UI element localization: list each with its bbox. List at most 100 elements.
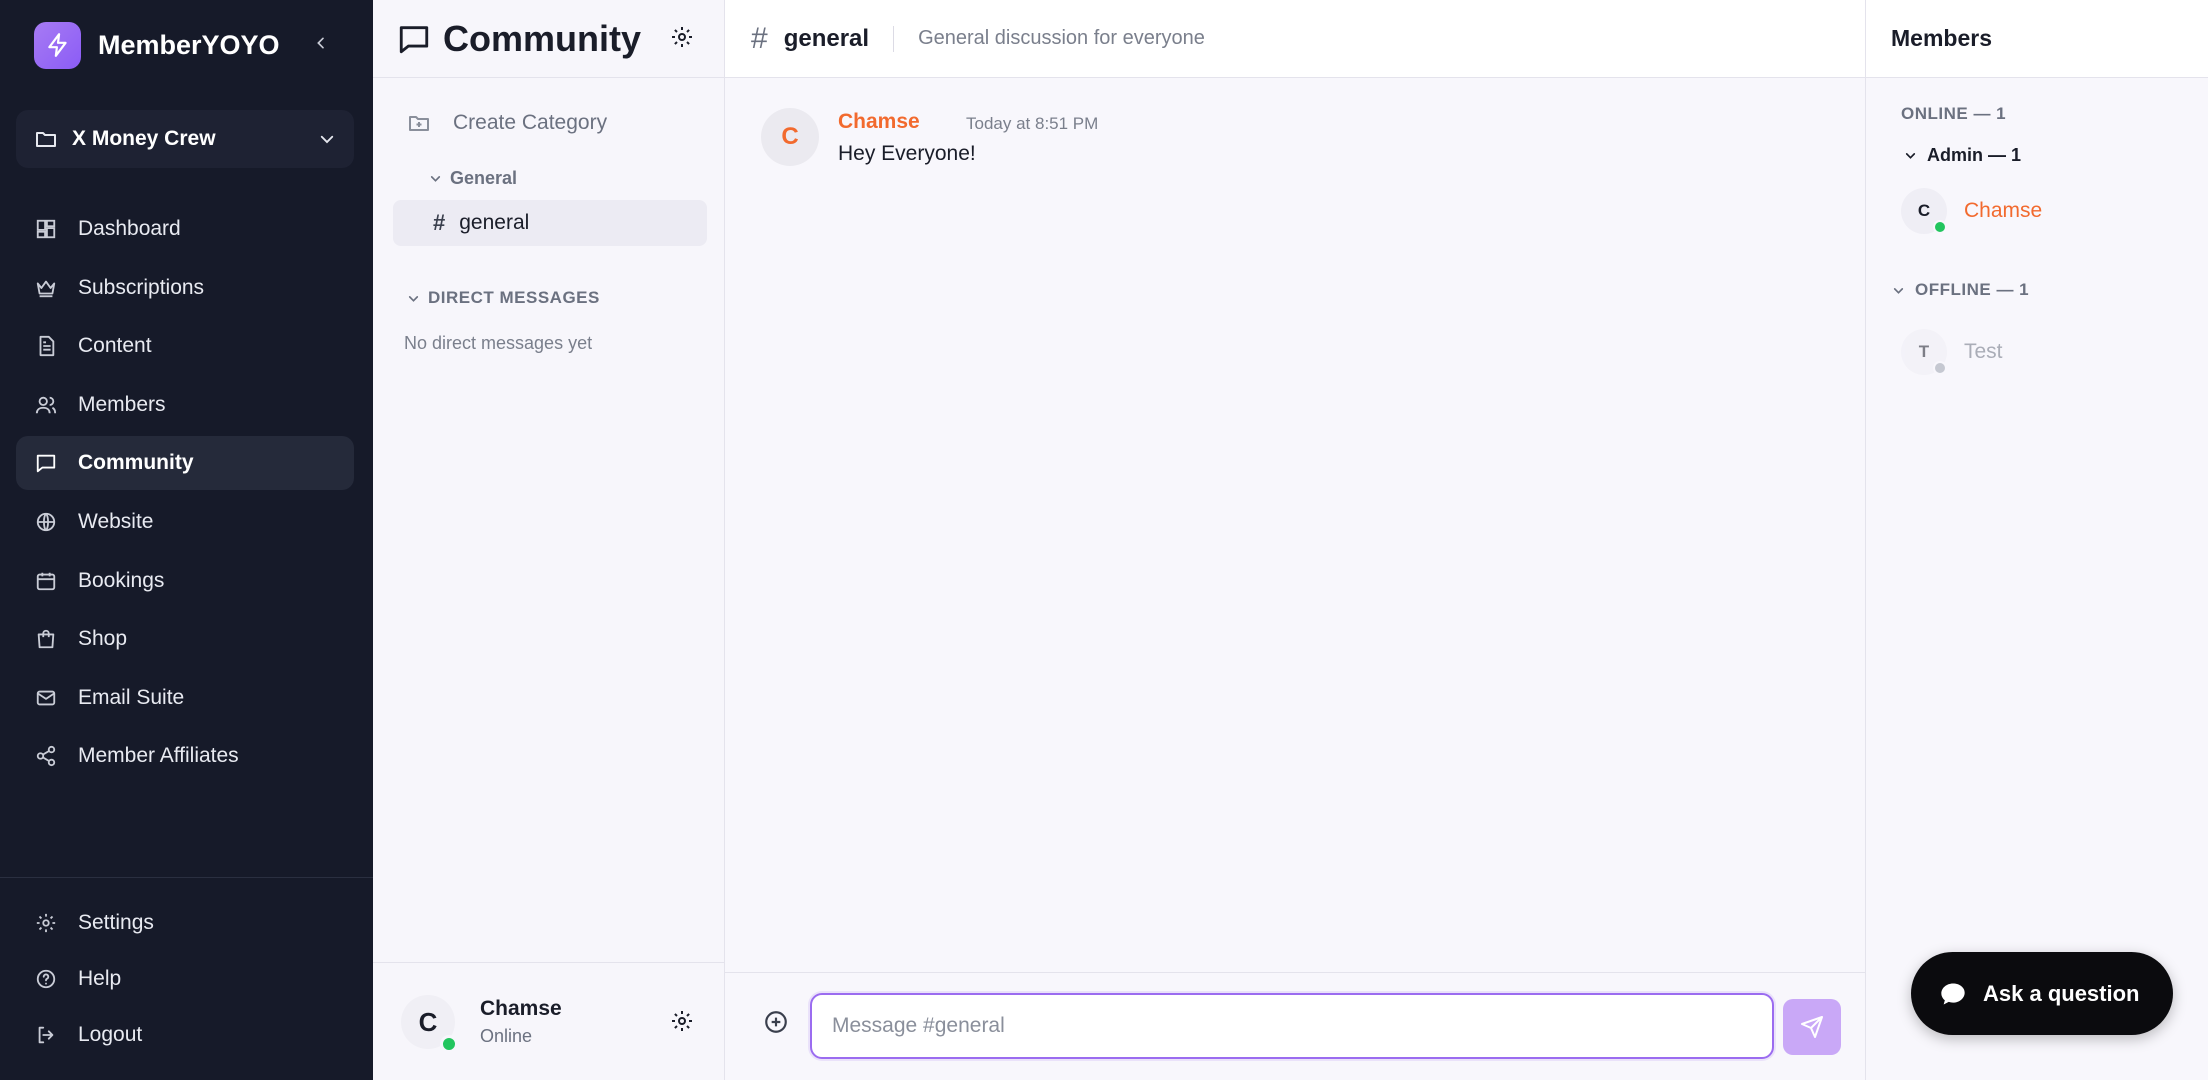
create-category-label: Create Category bbox=[453, 111, 608, 134]
app-name: MemberYOYO bbox=[98, 29, 280, 60]
nav-item-subscriptions[interactable]: Subscriptions bbox=[16, 261, 354, 315]
chevron-down-icon bbox=[1893, 287, 1904, 294]
nav-item-logout[interactable]: Logout bbox=[16, 1008, 354, 1062]
nav-label: Content bbox=[78, 334, 152, 358]
members-title: Members bbox=[1891, 25, 1992, 51]
dashboard-icon bbox=[34, 217, 58, 241]
online-section-label: ONLINE — 1 bbox=[1901, 104, 2007, 123]
member-item[interactable]: C Chamse bbox=[1901, 188, 2042, 234]
chevron-down-icon bbox=[320, 135, 334, 144]
workspace-selector[interactable]: X Money Crew bbox=[16, 110, 354, 168]
ask-question-label: Ask a question bbox=[1983, 980, 2140, 1006]
member-name: Test bbox=[1964, 340, 2003, 363]
chat-bubble-icon bbox=[399, 25, 429, 53]
nav-label: Shop bbox=[78, 627, 128, 651]
help-icon bbox=[34, 967, 58, 991]
create-category-button[interactable]: Create Category bbox=[407, 108, 607, 138]
avatar: C bbox=[1901, 188, 1947, 234]
channel-name: general bbox=[459, 211, 530, 234]
online-status-dot bbox=[440, 1035, 458, 1053]
nav-item-community[interactable]: Community bbox=[16, 436, 354, 491]
current-user-panel: C Chamse Online bbox=[373, 962, 725, 1080]
user-settings-button[interactable] bbox=[670, 1009, 694, 1033]
document-icon bbox=[34, 334, 58, 358]
nav-label: Logout bbox=[78, 1023, 143, 1046]
chat-bubble-icon bbox=[1941, 983, 1965, 1004]
nav-label: Dashboard bbox=[78, 217, 181, 240]
current-user-status: Online bbox=[480, 1026, 533, 1046]
chat-bubble-icon bbox=[34, 451, 58, 475]
category-label: General bbox=[450, 168, 518, 188]
share-icon bbox=[34, 744, 58, 768]
hash-icon: # bbox=[751, 21, 768, 55]
calendar-icon bbox=[34, 569, 58, 593]
message-input[interactable] bbox=[810, 993, 1774, 1059]
nav-label: Community bbox=[78, 451, 194, 475]
globe-icon bbox=[34, 510, 58, 534]
nav-item-dashboard[interactable]: Dashboard bbox=[16, 202, 354, 256]
offline-status-dot bbox=[1933, 361, 1947, 375]
nav-label: Website bbox=[78, 509, 154, 533]
mail-icon bbox=[34, 686, 58, 710]
gear-icon bbox=[672, 27, 692, 47]
role-group-admin[interactable]: Admin — 1 bbox=[1904, 145, 2021, 166]
nav-item-help[interactable]: Help bbox=[16, 952, 354, 1006]
avatar[interactable]: C bbox=[761, 108, 819, 166]
channel-item-general[interactable]: # general bbox=[393, 200, 707, 246]
chat-channel-name: general bbox=[783, 24, 870, 52]
send-icon bbox=[1801, 1016, 1823, 1038]
nav-item-shop[interactable]: Shop bbox=[16, 612, 354, 666]
chat-header: # general General discussion for everyon… bbox=[725, 0, 1865, 78]
gear-icon bbox=[672, 1011, 692, 1031]
online-status-dot bbox=[1933, 220, 1947, 234]
role-group-label: Admin — 1 bbox=[1927, 145, 2022, 165]
message-timestamp: Today at 8:51 PM bbox=[966, 114, 1099, 133]
direct-messages-empty: No direct messages yet bbox=[404, 333, 593, 353]
chevron-down-icon bbox=[408, 295, 419, 302]
folder-plus-icon bbox=[409, 116, 429, 131]
avatar-initial: C bbox=[1917, 201, 1931, 220]
collapse-sidebar-button[interactable] bbox=[308, 30, 334, 56]
ask-question-button[interactable]: Ask a question bbox=[1911, 952, 2173, 1035]
nav-item-content[interactable]: Content bbox=[16, 319, 354, 373]
message-author[interactable]: Chamse bbox=[838, 110, 920, 134]
sidebar-nav: Dashboard Subscriptions Content Members … bbox=[16, 202, 354, 788]
gear-icon bbox=[34, 911, 58, 935]
send-button[interactable] bbox=[1783, 999, 1841, 1055]
chevron-down-icon bbox=[430, 176, 441, 182]
nav-label: Bookings bbox=[78, 568, 165, 592]
direct-messages-header[interactable]: DIRECT MESSAGES bbox=[407, 288, 600, 308]
channel-panel-header: Community bbox=[373, 0, 724, 78]
nav-item-member-affiliates[interactable]: Member Affiliates bbox=[16, 729, 354, 783]
avatar: T bbox=[1901, 329, 1947, 375]
category-general[interactable]: General bbox=[429, 168, 517, 189]
offline-section-header[interactable]: OFFLINE — 1 bbox=[1892, 280, 2029, 300]
nav-label: Email Suite bbox=[78, 685, 185, 709]
nav-label: Member Affiliates bbox=[78, 744, 239, 768]
attach-button[interactable] bbox=[763, 1009, 789, 1035]
members-panel: Members ONLINE — 1 Admin — 1 C Chamse OF… bbox=[1865, 0, 2208, 1080]
chat-panel: # general General discussion for everyon… bbox=[725, 0, 1865, 1080]
member-item[interactable]: T Test bbox=[1901, 329, 2003, 375]
community-settings-button[interactable] bbox=[670, 25, 694, 49]
nav-label: Settings bbox=[78, 911, 154, 934]
nav-item-email-suite[interactable]: Email Suite bbox=[16, 671, 354, 725]
nav-item-members[interactable]: Members bbox=[16, 378, 354, 432]
channel-topic: General discussion for everyone bbox=[918, 27, 1205, 49]
nav-item-website[interactable]: Website bbox=[16, 495, 354, 549]
direct-messages-label: DIRECT MESSAGES bbox=[428, 288, 600, 307]
offline-section-label: OFFLINE — 1 bbox=[1915, 280, 2030, 299]
page-title: Community bbox=[443, 17, 641, 59]
users-icon bbox=[34, 393, 58, 417]
members-header: Members bbox=[1866, 0, 2208, 78]
nav-label: Subscriptions bbox=[78, 275, 205, 299]
chevron-left-icon bbox=[317, 37, 324, 49]
message-composer bbox=[725, 972, 1865, 1080]
nav-item-bookings[interactable]: Bookings bbox=[16, 554, 354, 608]
folder-icon bbox=[36, 132, 56, 147]
current-user-name: Chamse bbox=[480, 997, 562, 1020]
brand[interactable]: MemberYOYO bbox=[34, 20, 280, 70]
nav-item-settings[interactable]: Settings bbox=[16, 896, 354, 950]
avatar-initial: T bbox=[1918, 342, 1930, 361]
nav-label: Help bbox=[78, 967, 122, 990]
